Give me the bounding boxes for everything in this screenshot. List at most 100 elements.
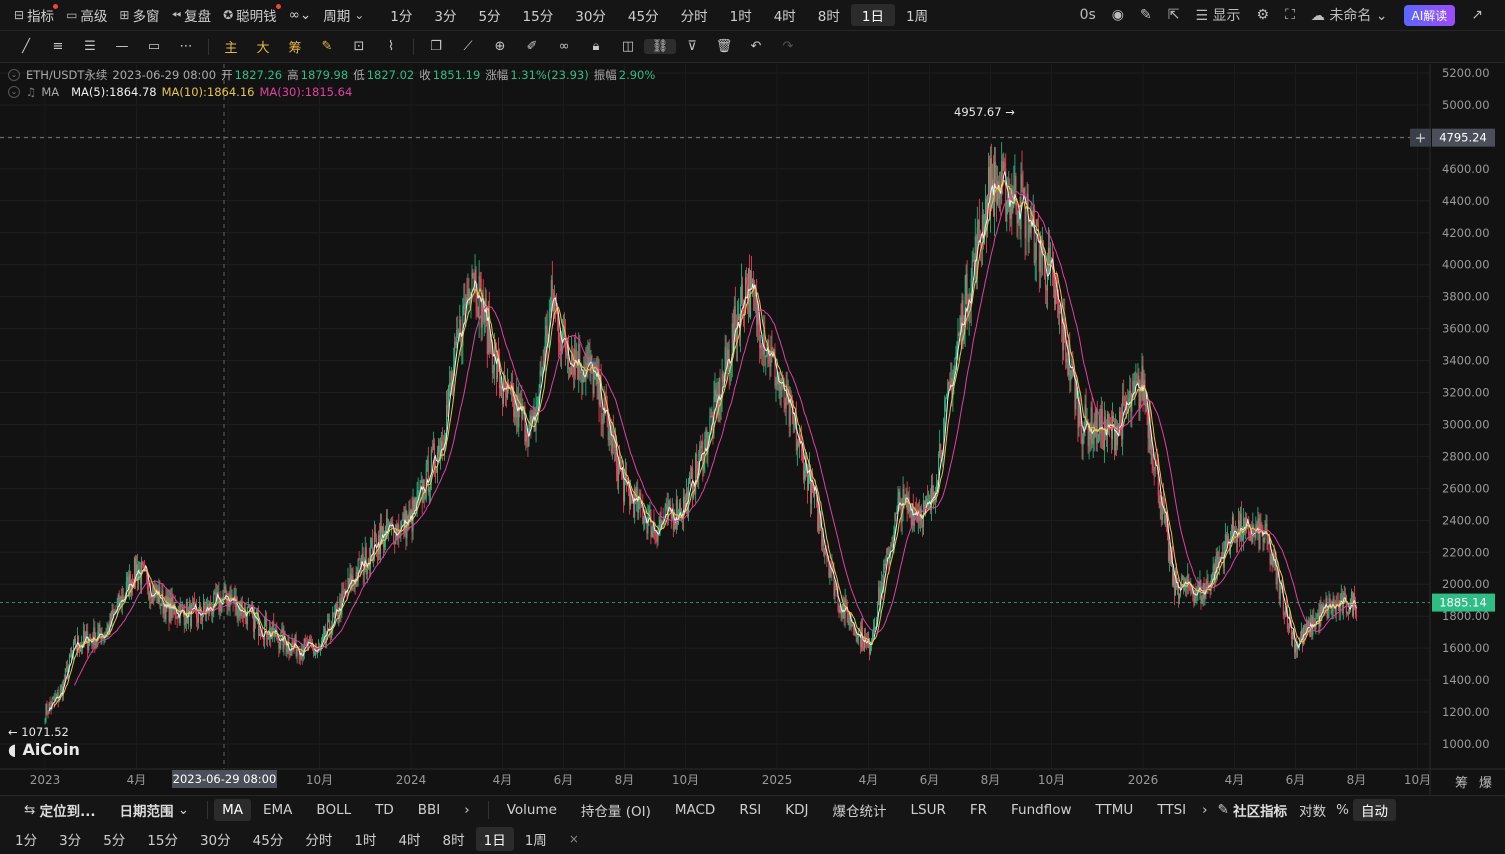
side-label[interactable]: 爆 (1479, 776, 1492, 791)
chevron-right-icon[interactable]: › (452, 796, 481, 825)
period-tab[interactable]: 1分 (379, 0, 423, 31)
period-tab[interactable]: 15分 (512, 0, 565, 31)
main-indicator-tab[interactable]: BOLL (304, 796, 363, 825)
sub-indicator-tab[interactable]: LSUR (899, 796, 958, 825)
bottom-period-tab[interactable]: 分时 (294, 824, 343, 854)
price-chart[interactable]: 5200.005000.004800.004600.004400.004200.… (0, 64, 1505, 795)
sub-indicator-tab[interactable]: MACD (663, 796, 727, 825)
ruler-icon[interactable]: ⟋ (452, 39, 484, 54)
magnet-icon[interactable]: ⊡ (343, 39, 375, 54)
auto-toggle[interactable]: 自动 (1352, 799, 1396, 821)
sub-indicator-tab[interactable]: TTSI (1145, 796, 1198, 825)
display-button[interactable]: ☰ 显示 (1187, 5, 1248, 25)
period-tab[interactable]: 8时 (807, 0, 851, 31)
top-item-2[interactable]: ⊞ 多窗 (113, 0, 165, 31)
community-button[interactable]: ✎ 社区指标 (1212, 796, 1294, 825)
bottom-period-tab[interactable]: 30分 (189, 824, 242, 854)
period-dropdown[interactable]: 周期 ⌄ (317, 0, 373, 31)
period-tab[interactable]: 45分 (617, 0, 670, 31)
bottom-period-tab[interactable]: 1时 (343, 824, 387, 854)
ai-button[interactable]: AI解读 (1403, 4, 1456, 26)
main-icon[interactable]: 主 (215, 37, 247, 56)
copy-icon[interactable]: ❐ (420, 39, 452, 54)
main-indicator-tab[interactable]: MA (214, 799, 251, 821)
plus-icon[interactable]: + (1415, 131, 1427, 147)
bottom-period-tab[interactable]: 15分 (136, 824, 189, 854)
redo-icon[interactable]: ↷ (772, 39, 804, 54)
bottom-period-tab[interactable]: 1日 (475, 827, 514, 851)
sub-indicator-tab[interactable]: KDJ (773, 796, 820, 825)
timer-label[interactable]: 0s (1072, 7, 1104, 23)
filter-icon[interactable]: ⊽ (676, 39, 708, 54)
period-tab[interactable]: 分时 (670, 0, 719, 31)
period-tab[interactable]: 1周 (895, 0, 939, 31)
main-indicator-tab[interactable]: TD (363, 796, 406, 825)
top-item-4[interactable]: ✪ 聪明钱 (217, 0, 283, 31)
close-icon[interactable]: × (558, 824, 590, 854)
period-tab[interactable]: 30分 (564, 0, 617, 31)
sub-indicator-tab[interactable]: Fundflow (999, 796, 1084, 825)
sub-indicator-tab[interactable]: FR (958, 796, 999, 825)
more-tools-icon[interactable]: ⋯ (170, 39, 202, 54)
chart-area[interactable]: 5200.005000.004800.004600.004400.004200.… (0, 64, 1505, 795)
hlines-tool-icon[interactable]: ☰ (74, 39, 106, 54)
candle-body (201, 616, 203, 621)
period-tab[interactable]: 1日 (850, 4, 895, 26)
bottom-period-tab[interactable]: 1分 (4, 824, 48, 854)
sub-indicator-tab[interactable]: 持仓量 (OI) (569, 796, 663, 825)
main-indicator-tab[interactable]: EMA (251, 796, 304, 825)
brush-icon[interactable]: ⌇ (375, 39, 407, 54)
period-tab[interactable]: 1时 (719, 0, 763, 31)
hline-tool-icon[interactable]: — (106, 39, 138, 54)
top-item-0[interactable]: ⊟ 指标 (8, 0, 60, 31)
sub-indicator-tab[interactable]: TTMU (1084, 796, 1146, 825)
collapse-icon[interactable]: ⌄ (8, 69, 20, 81)
sub-indicator-tab[interactable]: RSI (727, 796, 773, 825)
chain-icon[interactable]: ⛓ (644, 39, 676, 54)
date-range-dropdown[interactable]: 日期范围 ⌄ (108, 796, 202, 825)
link-icon[interactable]: ∞ (548, 39, 580, 54)
bottom-period-tab[interactable]: 8时 (432, 824, 476, 854)
bottom-period-tab[interactable]: 3分 (48, 824, 92, 854)
top-item-3[interactable]: ⏪︎ 复盘 (165, 0, 217, 31)
undo-icon[interactable]: ↶ (740, 39, 772, 54)
candle-body (239, 605, 241, 616)
collapse-icon[interactable]: ⌄ (8, 86, 20, 98)
period-tab[interactable]: 5分 (467, 0, 511, 31)
period-tab[interactable]: 4时 (763, 0, 807, 31)
main-indicator-tab[interactable]: BBI (406, 796, 453, 825)
bottom-period-tab[interactable]: 45分 (242, 824, 295, 854)
bell-icon[interactable]: ♫ (26, 85, 36, 99)
edit-icon[interactable]: ✎ (311, 39, 343, 54)
chip-icon[interactable]: 筹 (279, 37, 311, 56)
account-dropdown[interactable]: ☁ 未命名 ⌄ (1303, 5, 1396, 25)
bottom-period-tab[interactable]: 1周 (514, 824, 558, 854)
big-icon[interactable]: 大 (247, 37, 279, 56)
period-tab[interactable]: 3分 (423, 0, 467, 31)
pen-icon[interactable]: ✎ (1132, 7, 1160, 23)
lock-icon[interactable]: 🔒︎ (580, 39, 612, 54)
hide-icon[interactable]: ◫ (612, 39, 644, 54)
log-toggle[interactable]: 对数 (1293, 796, 1332, 825)
sub-indicator-tab[interactable]: 爆仓统计 (821, 796, 899, 825)
percent-toggle[interactable]: % (1332, 796, 1353, 825)
rectangle-tool-icon[interactable]: ▭ (138, 39, 170, 54)
share-icon[interactable]: ⇱ (1160, 7, 1188, 23)
chevron-right-icon[interactable]: › (1198, 796, 1211, 825)
fullscreen-icon[interactable]: ⛶ (1277, 7, 1303, 23)
side-label[interactable]: 筹 (1455, 775, 1468, 791)
bottom-period-tab[interactable]: 5分 (92, 824, 136, 854)
camera-icon[interactable]: ◉ (1104, 7, 1132, 23)
glasses-icon[interactable]: ∞⌄ (283, 0, 318, 31)
sub-indicator-tab[interactable]: Volume (495, 796, 569, 825)
trash-icon[interactable]: 🗑︎ (708, 39, 740, 54)
line-tool-icon[interactable]: ╱ (10, 39, 42, 54)
bottom-period-tab[interactable]: 4时 (387, 824, 431, 854)
parallel-tool-icon[interactable]: ≡ (42, 39, 74, 54)
marker-icon[interactable]: ✐ (516, 39, 548, 54)
top-item-1[interactable]: ▭ 高级 (60, 0, 113, 31)
zoom-icon[interactable]: ⊕ (484, 39, 516, 54)
settings-icon[interactable]: ⚙ (1249, 7, 1278, 23)
trend-icon[interactable]: ↗ (1463, 7, 1491, 23)
locate-button[interactable]: ⇆ 定位到... (12, 796, 108, 825)
